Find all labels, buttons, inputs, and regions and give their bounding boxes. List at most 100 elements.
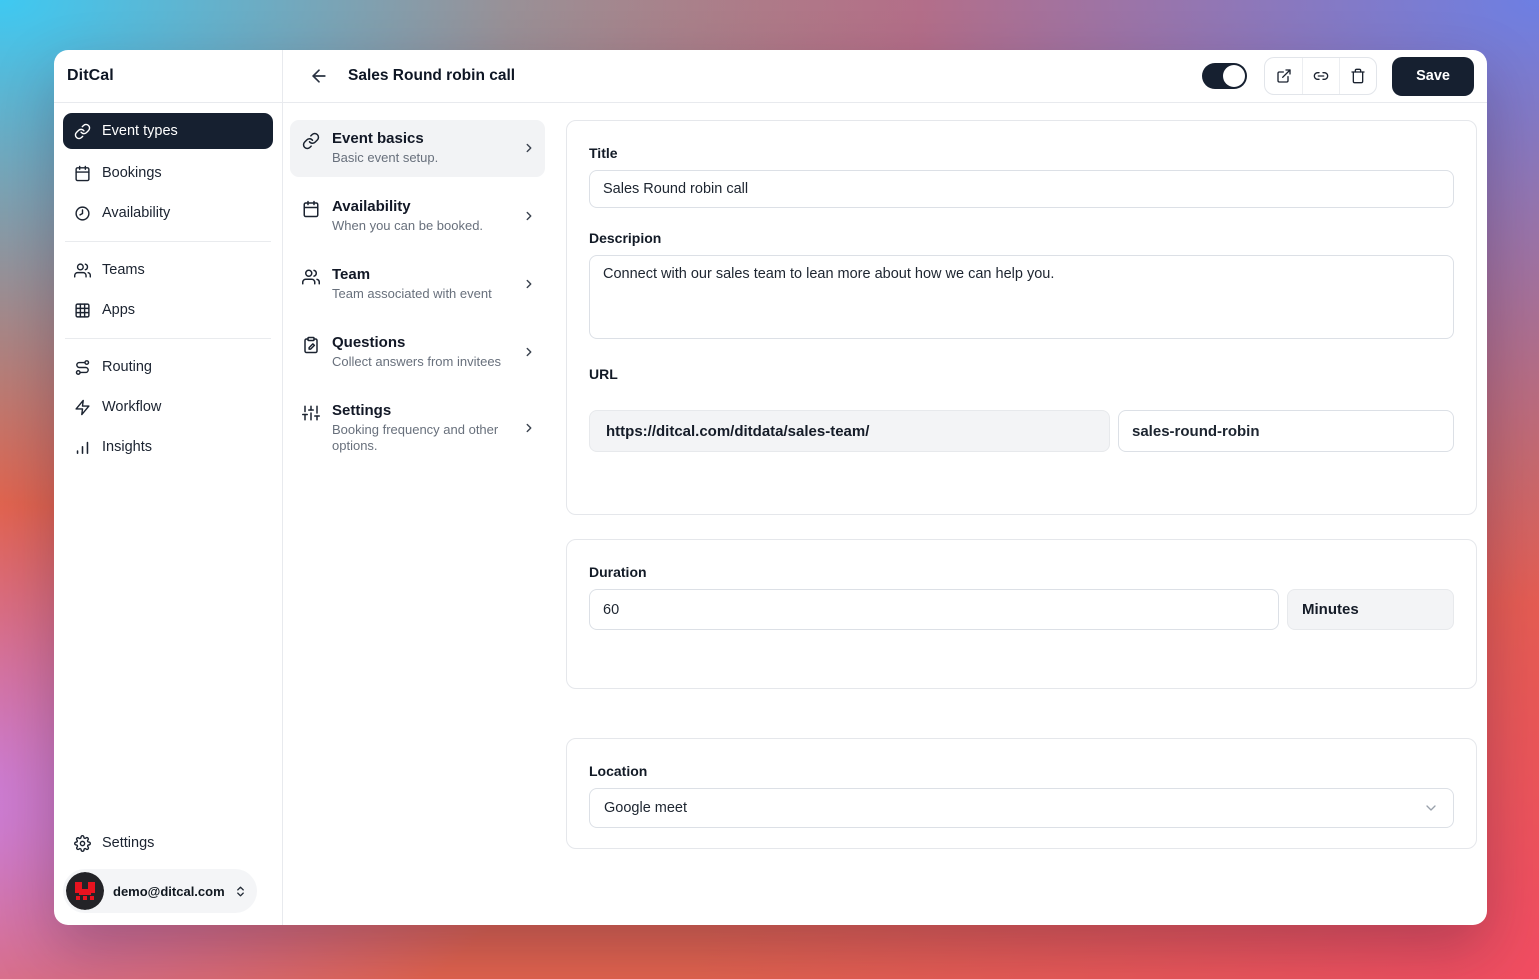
duration-unit: Minutes — [1287, 589, 1454, 630]
location-select[interactable]: Google meet — [589, 788, 1454, 828]
avatar — [66, 872, 104, 910]
event-actions-group — [1264, 57, 1377, 95]
subnav-item-subtitle: Team associated with event — [332, 286, 510, 303]
location-card: Location Google meet — [566, 738, 1477, 849]
subnav-item-title: Settings — [332, 402, 510, 419]
preview-button[interactable] — [1265, 58, 1302, 94]
subnav-item-title: Event basics — [332, 130, 510, 147]
sidebar-item-insights[interactable]: Insights — [63, 427, 273, 467]
sidebar-item-label: Insights — [102, 439, 152, 455]
sidebar-item-label: Event types — [102, 123, 178, 139]
subnav-item-team[interactable]: Team Team associated with event — [290, 256, 545, 313]
sidebar-item-settings[interactable]: Settings — [63, 823, 273, 863]
calendar-icon — [74, 165, 91, 182]
bar-chart-icon — [74, 439, 91, 456]
route-icon — [74, 359, 91, 376]
save-button[interactable]: Save — [1392, 57, 1474, 96]
sidebar-item-workflow[interactable]: Workflow — [63, 387, 273, 427]
location-label: Location — [589, 763, 1454, 779]
sidebar-item-bookings[interactable]: Bookings — [63, 153, 273, 193]
sidebar-divider — [65, 241, 271, 242]
subnav-item-text: Team Team associated with event — [332, 266, 510, 303]
user-menu[interactable]: demo@ditcal.com — [63, 869, 257, 913]
sidebar-nav: Event types Bookings Availability Teams … — [54, 103, 282, 467]
subnav-item-availability[interactable]: Availability When you can be booked. — [290, 188, 545, 245]
chevron-right-icon — [522, 209, 536, 223]
url-label: URL — [589, 366, 1454, 382]
sidebar-item-label: Workflow — [102, 399, 161, 415]
main-region: Sales Round robin call Save — [283, 50, 1487, 925]
chevron-right-icon — [522, 421, 536, 435]
content-area: Event basics Basic event setup. Availabi… — [283, 103, 1487, 925]
subnav-item-subtitle: Basic event setup. — [332, 150, 510, 167]
title-label: Title — [589, 145, 1454, 161]
description-label: Descripion — [589, 230, 1454, 246]
sidebar-item-teams[interactable]: Teams — [63, 250, 273, 290]
subnav-item-event-basics[interactable]: Event basics Basic event setup. — [290, 120, 545, 177]
sidebar-item-apps[interactable]: Apps — [63, 290, 273, 330]
copy-link-button[interactable] — [1302, 58, 1339, 94]
link-icon — [1313, 68, 1329, 84]
publish-toggle[interactable] — [1202, 63, 1247, 89]
back-button[interactable] — [306, 63, 332, 89]
sidebar-item-routing[interactable]: Routing — [63, 347, 273, 387]
trash-icon — [1350, 68, 1366, 84]
location-selected-value: Google meet — [604, 800, 687, 816]
duration-card: Duration Minutes — [566, 539, 1477, 689]
external-link-icon — [1276, 68, 1292, 84]
link-icon — [74, 123, 91, 140]
user-email: demo@ditcal.com — [113, 884, 225, 899]
grid-icon — [74, 302, 91, 319]
subnav-item-subtitle: Collect answers from invitees — [332, 354, 510, 371]
chevron-right-icon — [522, 277, 536, 291]
delete-button[interactable] — [1339, 58, 1376, 94]
description-textarea[interactable]: Connect with our sales team to lean more… — [589, 255, 1454, 339]
subnav-item-text: Questions Collect answers from invitees — [332, 334, 510, 371]
app-window: DitCal Event types Bookings Availability… — [54, 50, 1487, 925]
event-form: Title Descripion Connect with our sales … — [553, 103, 1487, 925]
sidebar-item-label: Settings — [102, 835, 154, 851]
users-icon — [74, 262, 91, 279]
subnav-item-text: Settings Booking frequency and other opt… — [332, 402, 510, 456]
sidebar-footer: Settings demo@ditcal.com — [54, 819, 282, 925]
duration-label: Duration — [589, 564, 1454, 580]
app-logo: DitCal — [54, 50, 282, 103]
sidebar-item-label: Availability — [102, 205, 170, 221]
clock-icon — [74, 205, 91, 222]
subnav-item-subtitle: Booking frequency and other options. — [332, 422, 502, 456]
chevrons-up-down-icon — [234, 885, 247, 898]
duration-row: Minutes — [589, 589, 1454, 630]
url-base-readonly: https://ditcal.com/ditdata/sales-team/ — [589, 410, 1110, 452]
clipboard-edit-icon — [302, 336, 320, 371]
url-row: https://ditcal.com/ditdata/sales-team/ — [589, 410, 1454, 452]
title-input[interactable] — [589, 170, 1454, 208]
toggle-knob — [1223, 65, 1245, 87]
sliders-icon — [302, 404, 320, 456]
url-slug-input[interactable] — [1118, 410, 1454, 452]
subnav-item-text: Availability When you can be booked. — [332, 198, 510, 235]
subnav-item-settings[interactable]: Settings Booking frequency and other opt… — [290, 392, 545, 466]
subnav-item-subtitle: When you can be booked. — [332, 218, 510, 235]
subnav-item-title: Team — [332, 266, 510, 283]
sidebar-item-label: Routing — [102, 359, 152, 375]
zap-icon — [74, 399, 91, 416]
calendar-icon — [302, 200, 320, 235]
event-subnav: Event basics Basic event setup. Availabi… — [283, 103, 553, 925]
sidebar-item-availability[interactable]: Availability — [63, 193, 273, 233]
chevron-right-icon — [522, 141, 536, 155]
chevron-right-icon — [522, 345, 536, 359]
gear-icon — [74, 835, 91, 852]
page-header: Sales Round robin call Save — [283, 50, 1487, 103]
link-icon — [302, 132, 320, 167]
subnav-item-title: Availability — [332, 198, 510, 215]
sidebar-divider — [65, 338, 271, 339]
chevron-down-icon — [1423, 800, 1439, 816]
subnav-item-title: Questions — [332, 334, 510, 351]
sidebar-item-event-types[interactable]: Event types — [63, 113, 273, 149]
subnav-item-questions[interactable]: Questions Collect answers from invitees — [290, 324, 545, 381]
page-title: Sales Round robin call — [348, 67, 515, 85]
sidebar: DitCal Event types Bookings Availability… — [54, 50, 283, 925]
arrow-left-icon — [309, 66, 329, 86]
duration-input[interactable] — [589, 589, 1279, 630]
users-icon — [302, 268, 320, 303]
